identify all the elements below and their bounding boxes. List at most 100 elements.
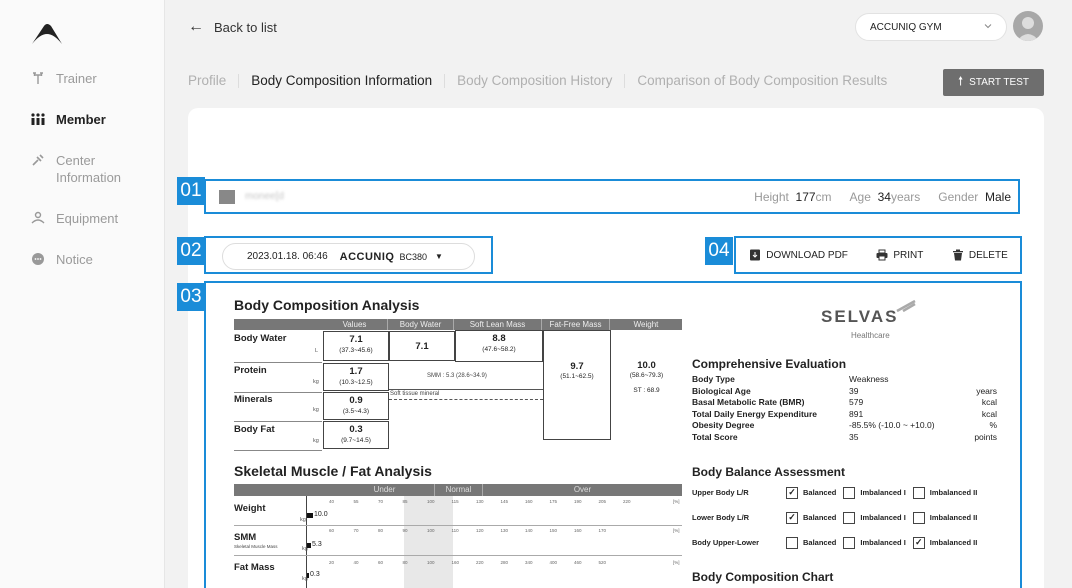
ce-key: Obesity Degree xyxy=(692,420,755,430)
age-value: 34 xyxy=(877,189,891,204)
arrow-left-icon: ← xyxy=(188,18,204,35)
dumbbell-icon xyxy=(30,70,46,86)
row-divider xyxy=(234,421,322,422)
bca-water-value: 7.1 xyxy=(349,334,363,345)
bb-option-label: Imbalanced II xyxy=(929,538,978,547)
bca-cell-body-water: 7.1 xyxy=(389,331,455,361)
notice-icon xyxy=(30,251,46,267)
ce-unit: points xyxy=(974,431,997,442)
sm-header-normal: Normal xyxy=(434,484,483,496)
row-divider xyxy=(234,525,682,526)
download-pdf-label: DOWNLOAD PDF xyxy=(766,249,848,261)
device-name: ACCUNIQ xyxy=(339,250,395,263)
tab-body-composition-history[interactable]: Body Composition History xyxy=(457,73,612,88)
bb-option-label: Imbalanced II xyxy=(929,513,978,522)
member-info-row: monee[d Height 177cm Age 34years Gender … xyxy=(205,180,1019,213)
bca-row-protein-label: Protein xyxy=(234,365,267,376)
tab-comparison[interactable]: Comparison of Body Composition Results xyxy=(637,73,887,88)
tick-label: 40 xyxy=(353,560,359,565)
row-divider xyxy=(234,555,682,556)
tick-percent-label: [%] xyxy=(673,528,680,533)
tick-label: 100 xyxy=(427,560,435,565)
tick-label: 340 xyxy=(525,560,533,565)
sidebar-nav: Trainer Member Center Information Equipm… xyxy=(30,70,160,292)
center-icon xyxy=(30,152,46,168)
tick-label: 115 xyxy=(451,499,459,504)
download-pdf-button[interactable]: DOWNLOAD PDF xyxy=(749,249,848,261)
section-badge-01: 01 xyxy=(177,177,205,205)
checkbox-empty-icon xyxy=(912,511,925,524)
sm-weight-bar xyxy=(307,513,313,518)
sm-title: Skeletal Muscle / Fat Analysis xyxy=(234,463,432,479)
age-unit: years xyxy=(890,189,921,204)
tick-label: 20 xyxy=(329,560,335,565)
sidebar-item-equipment[interactable]: Equipment xyxy=(30,210,160,227)
bca-water-range: (37.3~45.6) xyxy=(339,347,373,354)
sm-row-smm-label: SMM xyxy=(234,532,257,543)
tick-label: 520 xyxy=(598,560,607,565)
gym-select-value: ACCUNIQ GYM xyxy=(870,21,942,33)
measurement-datetime: 2023.01.18. 06:46 xyxy=(247,251,328,262)
tick-label: 55 xyxy=(353,499,359,504)
ce-title: Comprehensive Evaluation xyxy=(692,357,847,371)
back-to-list-link[interactable]: ← Back to list xyxy=(188,18,277,36)
normal-range-band xyxy=(404,496,453,588)
ce-unit: years xyxy=(976,385,997,396)
checkbox-checked-icon: ✓ xyxy=(786,511,798,524)
bb-option-label: Imbalanced I xyxy=(860,538,906,547)
tab-profile[interactable]: Profile xyxy=(188,73,226,88)
report-actions: DOWNLOAD PDF PRINT DELETE xyxy=(735,237,1022,273)
avatar[interactable] xyxy=(1013,11,1043,41)
section-badge-03: 03 xyxy=(177,283,205,311)
bb-option-label: Imbalanced I xyxy=(860,488,906,497)
ce-row: Total Daily Energy Expenditure 891 kcal xyxy=(692,409,997,421)
height-value: 177 xyxy=(795,189,816,204)
sidebar-item-member[interactable]: Member xyxy=(30,111,160,128)
sidebar-item-center-information[interactable]: Center Information xyxy=(30,152,160,186)
delete-label: DELETE xyxy=(968,249,1008,261)
print-button[interactable]: PRINT xyxy=(876,249,923,261)
tab-body-composition-information[interactable]: Body Composition Information xyxy=(251,73,432,88)
bb-option: ✓ Balanced xyxy=(786,486,837,499)
bb-option-label: Imbalanced II xyxy=(929,488,978,497)
sm-weight-value: 10.0 xyxy=(314,511,328,518)
bb-option: Imbalanced II xyxy=(912,511,978,524)
tick-label: 220 xyxy=(623,499,631,504)
bca-header-fat-free: Fat-Free Mass xyxy=(542,319,610,330)
app-logo-icon[interactable] xyxy=(30,22,64,46)
bca-header-weight: Weight xyxy=(633,320,659,329)
ce-row: Basal Metabolic Rate (BMR) 579 kcal xyxy=(692,397,997,409)
section-badge-04: 04 xyxy=(705,237,733,265)
ce-unit xyxy=(957,374,997,386)
selvas-subtitle: Healthcare xyxy=(851,331,890,340)
start-test-button[interactable]: 🠕 START TEST xyxy=(943,69,1044,96)
bca-cell-water: 7.1 (37.3~45.6) xyxy=(323,331,389,361)
sm-header: Under Normal Over xyxy=(234,484,682,496)
bb-option-label: Balanced xyxy=(803,538,837,547)
gender-label: Gender xyxy=(938,189,979,204)
bca-protein-range: (10.3~12.5) xyxy=(339,379,373,386)
bca-header: Values Body Water Soft Lean Mass Fat-Fre… xyxy=(234,319,682,330)
sidebar-item-trainer[interactable]: Trainer xyxy=(30,70,160,87)
bca-fat-value: 0.3 xyxy=(349,424,363,435)
comprehensive-evaluation: Body Type Weakness Biological Age 39 years … xyxy=(692,374,997,443)
sm-header-blank xyxy=(234,484,335,496)
tick-label: 150 xyxy=(549,528,558,533)
bb-row: Upper Body L/R ✓ Balanced Imbalanced I Imbal… xyxy=(692,486,984,499)
bb-option-label: Balanced xyxy=(803,488,837,497)
bca-row-protein-unit: kg xyxy=(313,379,319,385)
bca-row-minerals-unit: kg xyxy=(313,407,319,413)
ce-value: 891 xyxy=(849,408,864,419)
sidebar-item-notice[interactable]: Notice xyxy=(30,251,160,268)
tick-label: 80 xyxy=(378,528,384,533)
ce-key: Biological Age xyxy=(692,385,751,396)
gym-select[interactable]: ACCUNIQ GYM xyxy=(855,13,1007,41)
checkbox-empty-icon xyxy=(843,486,856,499)
tick-label: 80 xyxy=(402,560,408,565)
tick-label: 70 xyxy=(378,499,384,504)
bca-minerals-value: 0.9 xyxy=(349,395,363,406)
delete-button[interactable]: DELETE xyxy=(952,249,1008,261)
bca-weight-range: (58.6~79.3) xyxy=(629,372,664,379)
ce-unit: kcal xyxy=(981,408,997,419)
measurement-date-select[interactable]: 2023.01.18. 06:46 ACCUNIQ BC380 ▼ xyxy=(222,243,475,270)
